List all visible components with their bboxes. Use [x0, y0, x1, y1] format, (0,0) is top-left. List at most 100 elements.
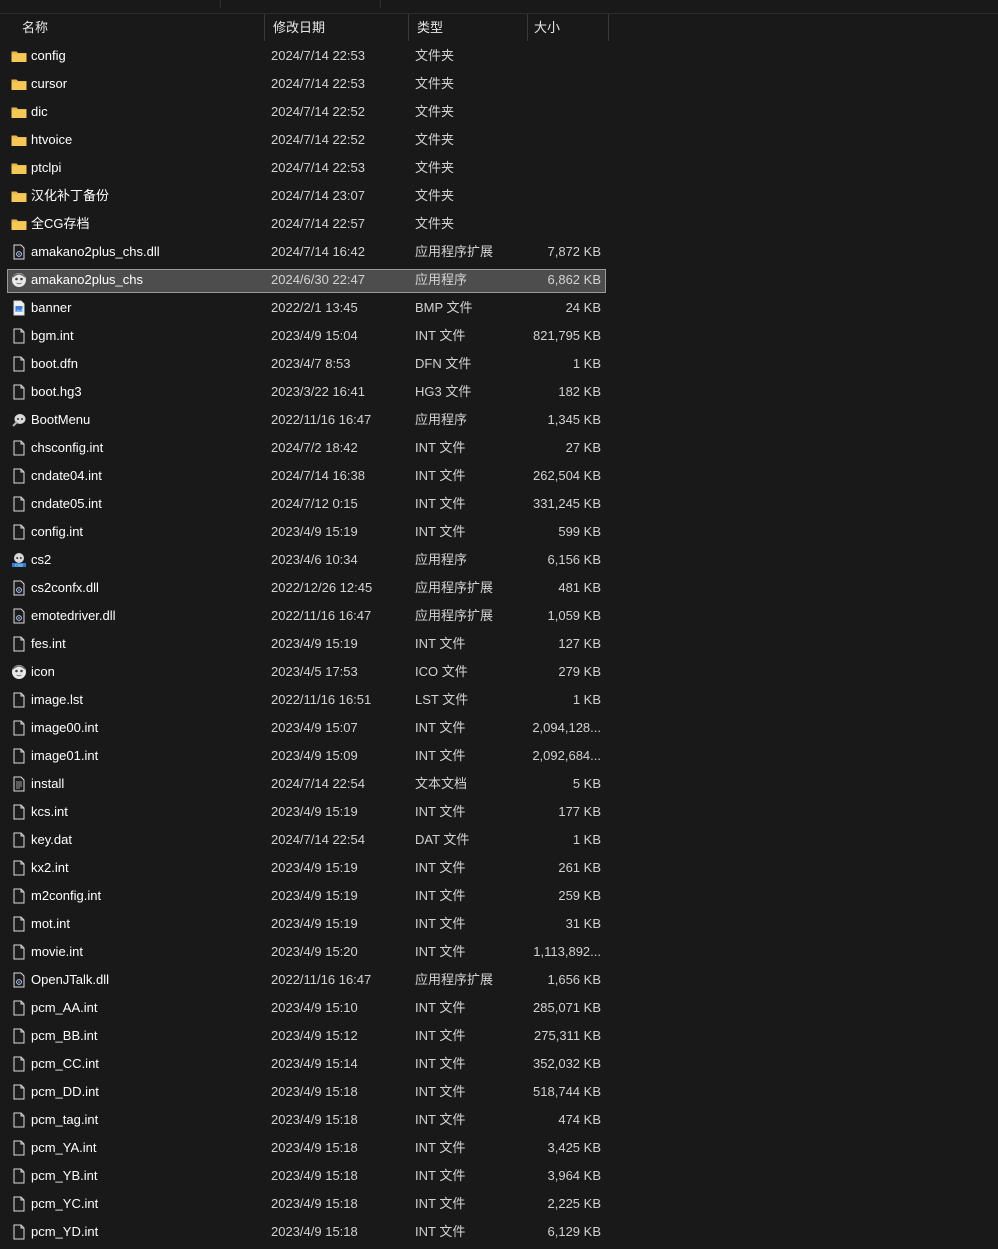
file-row[interactable]: 汉化补丁备份 2024/7/14 23:07 文件夹 — [0, 185, 998, 213]
dll-file-icon — [11, 972, 27, 988]
file-row[interactable]: image.lst 2022/11/16 16:51 LST 文件 1 KB — [0, 689, 998, 717]
column-header-modified[interactable]: 修改日期 — [265, 14, 409, 41]
file-row[interactable]: ptclpi 2024/7/14 22:53 文件夹 — [0, 157, 998, 185]
file-type: 文件夹 — [415, 216, 455, 231]
file-modified-date: 2022/11/16 16:47 — [271, 412, 372, 427]
file-name: image00.int — [31, 720, 99, 735]
cs2-app-icon: CS2 — [11, 552, 27, 568]
file-size — [520, 213, 601, 235]
file-row[interactable]: install 2024/7/14 22:54 文本文档 5 KB — [0, 773, 998, 801]
file-row[interactable]: fes.int 2023/4/9 15:19 INT 文件 127 KB — [0, 633, 998, 661]
file-size: 1 KB — [572, 832, 601, 847]
file-row[interactable]: cndate05.int 2024/7/12 0:15 INT 文件 331,245 … — [0, 493, 998, 521]
file-type: 文件夹 — [415, 76, 455, 91]
file-size: 352,032 KB — [533, 1056, 601, 1071]
file-type: INT 文件 — [415, 328, 466, 343]
file-row[interactable]: OpenJTalk.dll 2022/11/16 16:47 应用程序扩展 1,656… — [0, 969, 998, 997]
file-size — [520, 185, 601, 207]
file-row[interactable]: pcm_YD.int 2023/4/9 15:18 INT 文件 6,129 KB — [0, 1221, 998, 1249]
file-size: 2,094,128... — [532, 720, 601, 735]
file-modified-date: 2024/7/14 22:52 — [271, 132, 365, 147]
file-row[interactable]: pcm_CC.int 2023/4/9 15:14 INT 文件 352,032 KB — [0, 1053, 998, 1081]
file-icon — [11, 328, 27, 344]
file-row[interactable]: 全CG存档 2024/7/14 22:57 文件夹 — [0, 213, 998, 241]
column-header-modified-label: 修改日期 — [273, 20, 326, 35]
file-row[interactable]: pcm_YC.int 2023/4/9 15:18 INT 文件 2,225 KB — [0, 1193, 998, 1221]
file-size: 259 KB — [558, 888, 601, 903]
file-row[interactable]: banner 2022/2/1 13:45 BMP 文件 24 KB — [0, 297, 998, 325]
file-row[interactable]: BootMenu 2022/11/16 16:47 应用程序 1,345 KB — [0, 409, 998, 437]
file-row[interactable]: cursor 2024/7/14 22:53 文件夹 — [0, 73, 998, 101]
file-type: DAT 文件 — [415, 832, 470, 847]
file-row[interactable]: pcm_DD.int 2023/4/9 15:18 INT 文件 518,744 KB — [0, 1081, 998, 1109]
file-row[interactable]: image00.int 2023/4/9 15:07 INT 文件 2,094,128… — [0, 717, 998, 745]
file-name: icon — [31, 664, 55, 679]
file-modified-date: 2024/7/14 22:52 — [271, 104, 365, 119]
file-icon — [11, 356, 27, 372]
file-row[interactable]: pcm_YA.int 2023/4/9 15:18 INT 文件 3,425 KB — [0, 1137, 998, 1165]
file-row[interactable]: icon 2023/4/5 17:53 ICO 文件 279 KB — [0, 661, 998, 689]
file-size: 182 KB — [558, 384, 601, 399]
file-row[interactable]: boot.dfn 2023/4/7 8:53 DFN 文件 1 KB — [0, 353, 998, 381]
file-type: HG3 文件 — [415, 384, 472, 399]
file-row[interactable]: dic 2024/7/14 22:52 文件夹 — [0, 101, 998, 129]
file-modified-date: 2024/7/12 0:15 — [271, 496, 358, 511]
file-icon — [11, 1168, 27, 1184]
file-icon — [11, 1000, 27, 1016]
file-name: kx2.int — [31, 860, 69, 875]
dll-file-icon — [11, 608, 27, 624]
file-row[interactable]: bgm.int 2023/4/9 15:04 INT 文件 821,795 KB — [0, 325, 998, 353]
file-size: 474 KB — [558, 1112, 601, 1127]
file-size: 261 KB — [558, 860, 601, 875]
file-row[interactable]: mot.int 2023/4/9 15:19 INT 文件 31 KB — [0, 913, 998, 941]
file-modified-date: 2023/4/9 15:07 — [271, 720, 358, 735]
file-row[interactable]: pcm_YB.int 2023/4/9 15:18 INT 文件 3,964 KB — [0, 1165, 998, 1193]
file-row[interactable]: amakano2plus_chs 2024/6/30 22:47 应用程序 6,862… — [0, 269, 998, 297]
file-type: 应用程序扩展 — [415, 608, 494, 623]
column-header-name[interactable]: 名称 — [14, 14, 265, 41]
file-size: 177 KB — [558, 804, 601, 819]
file-row[interactable]: cndate04.int 2024/7/14 16:38 INT 文件 262,504… — [0, 465, 998, 493]
file-row[interactable]: pcm_BB.int 2023/4/9 15:12 INT 文件 275,311 KB — [0, 1025, 998, 1053]
file-size — [520, 157, 601, 179]
file-type: INT 文件 — [415, 1140, 466, 1155]
file-size: 285,071 KB — [533, 1000, 601, 1015]
bootmenu-app-icon — [11, 412, 27, 428]
file-type: 文件夹 — [415, 132, 455, 147]
file-type: INT 文件 — [415, 1224, 466, 1239]
file-row[interactable]: boot.hg3 2023/3/22 16:41 HG3 文件 182 KB — [0, 381, 998, 409]
file-size: 6,156 KB — [547, 552, 602, 567]
file-modified-date: 2024/7/14 22:54 — [271, 832, 365, 847]
file-modified-date: 2024/7/14 22:54 — [271, 776, 365, 791]
file-row[interactable]: pcm_tag.int 2023/4/9 15:18 INT 文件 474 KB — [0, 1109, 998, 1137]
file-icon — [11, 944, 27, 960]
file-row[interactable]: m2config.int 2023/4/9 15:19 INT 文件 259 KB — [0, 885, 998, 913]
folder-icon — [11, 76, 27, 92]
file-row[interactable]: config.int 2023/4/9 15:19 INT 文件 599 KB — [0, 521, 998, 549]
file-type: INT 文件 — [415, 1056, 466, 1071]
file-row[interactable]: cs2confx.dll 2022/12/26 12:45 应用程序扩展 481 KB — [0, 577, 998, 605]
file-row[interactable]: key.dat 2024/7/14 22:54 DAT 文件 1 KB — [0, 829, 998, 857]
column-header-size[interactable]: 大小 — [528, 14, 609, 41]
file-list: config 2024/7/14 22:53 文件夹 cursor 2024/7/14 … — [0, 45, 998, 1249]
file-row[interactable]: amakano2plus_chs.dll 2024/7/14 16:42 应用程序扩… — [0, 241, 998, 269]
file-size: 1 KB — [572, 356, 601, 371]
file-modified-date: 2022/11/16 16:47 — [271, 972, 372, 987]
file-icon — [11, 1140, 27, 1156]
file-row[interactable]: config 2024/7/14 22:53 文件夹 — [0, 45, 998, 73]
file-row[interactable]: kx2.int 2023/4/9 15:19 INT 文件 261 KB — [0, 857, 998, 885]
file-row[interactable]: image01.int 2023/4/9 15:09 INT 文件 2,092,684… — [0, 745, 998, 773]
file-name: chsconfig.int — [31, 440, 104, 455]
file-row[interactable]: emotedriver.dll 2022/11/16 16:47 应用程序扩展 1,0… — [0, 605, 998, 633]
file-name: fes.int — [31, 636, 66, 651]
file-row[interactable]: htvoice 2024/7/14 22:52 文件夹 — [0, 129, 998, 157]
file-row[interactable]: movie.int 2023/4/9 15:20 INT 文件 1,113,892..… — [0, 941, 998, 969]
file-row[interactable]: kcs.int 2023/4/9 15:19 INT 文件 177 KB — [0, 801, 998, 829]
file-type: INT 文件 — [415, 916, 466, 931]
column-header-type[interactable]: 类型 — [409, 14, 528, 41]
file-icon — [11, 636, 27, 652]
file-row[interactable]: CS2 cs2 2023/4/6 10:34 应用程序 6,156 KB — [0, 549, 998, 577]
file-row[interactable]: pcm_AA.int 2023/4/9 15:10 INT 文件 285,071 KB — [0, 997, 998, 1025]
file-type: INT 文件 — [415, 860, 466, 875]
file-row[interactable]: chsconfig.int 2024/7/2 18:42 INT 文件 27 KB — [0, 437, 998, 465]
